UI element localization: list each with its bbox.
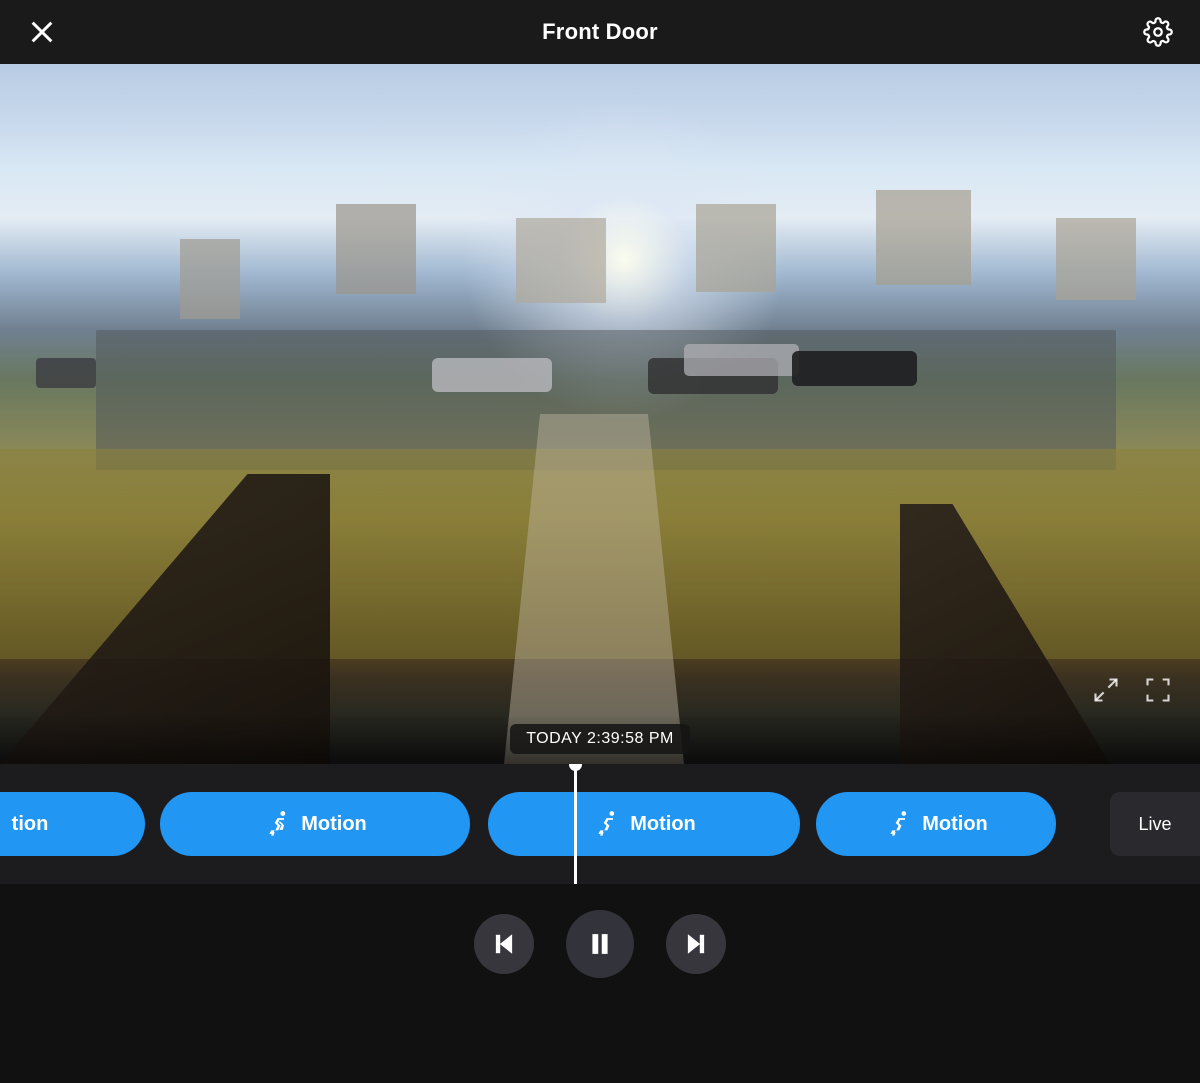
car-3 bbox=[684, 344, 799, 376]
live-button[interactable]: Live bbox=[1110, 792, 1200, 856]
pause-icon bbox=[586, 930, 614, 958]
live-label: Live bbox=[1138, 814, 1171, 835]
timeline-area: tion Motion Motion bbox=[0, 764, 1200, 884]
expand-button[interactable] bbox=[1092, 676, 1120, 704]
timestamp-label: TODAY 2:39:58 PM bbox=[510, 724, 690, 754]
motion-event-4[interactable]: Motion bbox=[816, 792, 1056, 856]
close-button[interactable] bbox=[24, 14, 60, 50]
previous-button[interactable] bbox=[474, 914, 534, 974]
motion-label-3: Motion bbox=[630, 813, 696, 836]
fullscreen-button[interactable] bbox=[1144, 676, 1172, 704]
car-1 bbox=[432, 358, 552, 392]
house-2 bbox=[336, 204, 416, 294]
expand-icon bbox=[1092, 676, 1120, 704]
next-icon bbox=[683, 931, 709, 957]
motion-event-3[interactable]: Motion bbox=[488, 792, 800, 856]
playhead bbox=[574, 764, 577, 884]
video-player: TODAY 2:39:58 PM bbox=[0, 64, 1200, 764]
playback-controls bbox=[0, 884, 1200, 1004]
runner-icon-4 bbox=[884, 810, 912, 838]
house-6 bbox=[1056, 218, 1136, 300]
house-5 bbox=[876, 190, 971, 285]
next-button[interactable] bbox=[666, 914, 726, 974]
house-1 bbox=[180, 239, 240, 319]
header-bar: Front Door bbox=[0, 0, 1200, 64]
motion-event-1[interactable]: tion bbox=[0, 792, 145, 856]
motion-event-2[interactable]: Motion bbox=[160, 792, 470, 856]
pause-button[interactable] bbox=[566, 910, 634, 978]
previous-icon bbox=[491, 931, 517, 957]
runner-icon-3 bbox=[592, 810, 620, 838]
motion-label-4: Motion bbox=[922, 813, 988, 836]
close-icon bbox=[28, 18, 56, 46]
gear-icon bbox=[1143, 17, 1173, 47]
timestamp-bar: TODAY 2:39:58 PM bbox=[0, 714, 1200, 764]
house-3 bbox=[516, 218, 606, 303]
runner-icon-2 bbox=[263, 810, 291, 838]
motion-label-1: tion bbox=[12, 813, 49, 836]
house-4 bbox=[696, 204, 776, 292]
timeline-scroll[interactable]: tion Motion Motion bbox=[0, 764, 1200, 884]
car-4 bbox=[792, 351, 917, 386]
settings-button[interactable] bbox=[1140, 14, 1176, 50]
car-5 bbox=[36, 358, 96, 388]
video-feed bbox=[0, 64, 1200, 764]
motion-label-2: Motion bbox=[301, 813, 367, 836]
fullscreen-icon bbox=[1144, 676, 1172, 704]
camera-title: Front Door bbox=[542, 19, 658, 45]
